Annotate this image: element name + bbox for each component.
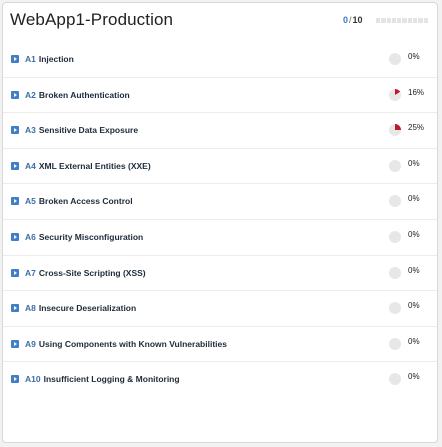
item-label[interactable]: A5 Broken Access Control [25,196,133,206]
list-item[interactable]: A10 Insufficient Logging & Monitoring 0% [3,362,437,398]
item-percent: 16% [408,87,425,97]
list-item[interactable]: A1 Injection 0% [3,42,437,78]
expand-icon[interactable] [11,197,19,206]
item-code: A2 [25,89,36,100]
item-name: Insufficient Logging & Monitoring [43,374,180,385]
category-list: A1 Injection 0% A2 Broken Authentication 16%… [3,42,437,398]
list-item[interactable]: A9 Using Components with Known Vulnerabil… [3,327,437,363]
item-name: Broken Authentication [38,89,130,100]
progress-segment [413,18,418,23]
item-name: Insecure Deserialization [38,303,137,314]
list-item[interactable]: A4 XML External Entities (XXE) 0% [3,149,437,185]
item-percent: 0% [408,301,420,311]
pie-chart-icon [389,230,401,243]
progress-segment [397,18,402,23]
item-percent: 25% [408,123,425,133]
item-code: A8 [25,303,36,314]
item-name: XML External Entities (XXE) [38,160,151,171]
expand-icon[interactable] [11,375,19,384]
item-code: A4 [25,160,36,171]
item-label[interactable]: A3 Sensitive Data Exposure [25,125,138,135]
progress-segment [376,18,381,23]
pie-chart-icon [389,302,401,315]
list-item[interactable]: A7 Cross-Site Scripting (XSS) 0% [3,256,437,292]
expand-icon[interactable] [11,339,19,348]
pie-chart-icon [389,337,401,350]
pie-chart-icon [389,266,401,279]
progress-segment [402,18,407,23]
item-name: Injection [38,54,74,64]
pie-chart-icon [389,373,401,386]
score-separator: / [349,15,352,25]
expand-icon[interactable] [11,161,19,170]
score-total: 10 [352,15,363,25]
item-code: A7 [25,267,36,278]
item-name: Security Misconfiguration [38,231,144,242]
item-name: Using Components with Known Vulnerabilit… [38,338,227,349]
expand-icon[interactable] [11,126,19,135]
list-item[interactable]: A8 Insecure Deserialization 0% [3,291,437,327]
pie-chart-icon [389,195,401,208]
item-percent: 0% [408,372,420,382]
item-name: Cross-Site Scripting (XSS) [38,267,146,278]
list-item[interactable]: A3 Sensitive Data Exposure 25% [3,113,437,149]
item-label[interactable]: A4 XML External Entities (XXE) [25,161,151,171]
item-code: A5 [25,196,36,207]
item-code: A6 [25,231,36,242]
progress-segment [423,18,428,23]
score-counter: 0/10 [343,15,363,25]
expand-icon[interactable] [11,232,19,241]
item-label[interactable]: A9 Using Components with Known Vulnerabil… [25,339,227,349]
item-percent: 0% [408,52,420,61]
pie-chart-icon [389,124,401,137]
progress-segment [407,18,413,23]
item-percent: 0% [408,265,420,275]
panel-header: WebApp1-Production 0/10 [3,3,437,35]
item-label[interactable]: A8 Insecure Deserialization [25,303,136,313]
item-code: A1 [25,54,36,64]
page-title: WebApp1-Production [10,10,174,29]
item-percent: 0% [408,158,420,168]
progress-segment [381,18,386,23]
item-percent: 0% [408,336,420,346]
progress-segment [418,18,423,23]
list-item[interactable]: A2 Broken Authentication 16% [3,78,437,114]
item-code: A3 [25,125,36,136]
item-percent: 0% [408,194,420,204]
pie-chart-icon [389,88,401,101]
item-label[interactable]: A10 Insufficient Logging & Monitoring [25,374,180,384]
item-label[interactable]: A6 Security Misconfiguration [25,232,143,242]
item-label[interactable]: A1 Injection [25,54,74,64]
expand-icon[interactable] [11,268,19,277]
pie-chart-icon [389,53,401,65]
progress-segment [391,18,397,23]
item-code: A9 [25,338,36,349]
expand-icon[interactable] [11,304,19,313]
progress-segment [386,18,391,23]
expand-icon[interactable] [11,55,19,63]
score-current: 0 [343,15,349,25]
item-name: Sensitive Data Exposure [38,125,139,136]
item-percent: 0% [408,229,420,239]
item-label[interactable]: A7 Cross-Site Scripting (XSS) [25,268,146,278]
score-progress-bar [376,18,428,23]
list-item[interactable]: A5 Broken Access Control 0% [3,184,437,220]
pie-chart-icon [389,159,401,172]
item-label[interactable]: A2 Broken Authentication [25,90,130,100]
app-panel: WebApp1-Production 0/10 A1 Injection 0% A2… [2,2,438,443]
list-item[interactable]: A6 Security Misconfiguration 0% [3,220,437,256]
item-name: Broken Access Control [38,196,133,207]
expand-icon[interactable] [11,90,19,99]
item-code: A10 [25,374,41,385]
